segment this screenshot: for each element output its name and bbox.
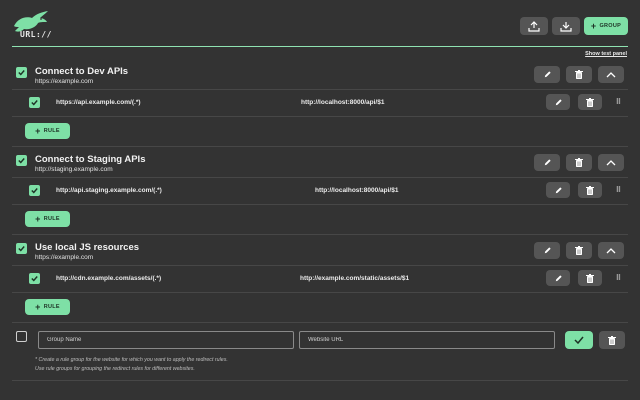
help-note-line-1: * Create a rule group for the website fo…: [35, 357, 228, 363]
trash-icon: [575, 70, 583, 79]
add-rule-label: RULE: [43, 304, 60, 310]
rule-target-url: http://example.com/static/assets/$1: [300, 275, 410, 282]
group-title: Connect to Dev APIs: [35, 66, 129, 77]
rule-divider: [12, 204, 628, 205]
group-enable-checkbox[interactable]: [16, 67, 27, 78]
rule-group: Connect to Dev APIs https://example.com …: [12, 66, 628, 154]
trash-icon: [586, 97, 594, 107]
check-icon: [18, 70, 25, 76]
delete-rule-button[interactable]: [578, 94, 602, 110]
plus-icon: +: [590, 20, 597, 31]
rule-source-url: http://cdn.example.com/assets/(.*): [56, 275, 162, 282]
delete-group-button[interactable]: [566, 66, 592, 83]
group-bottom-divider: [12, 234, 628, 235]
add-rule-label: RULE: [43, 216, 60, 222]
collapse-group-button[interactable]: [598, 242, 624, 259]
rule-source-url: https://api.example.com/(.*): [56, 99, 141, 106]
plus-icon: +: [35, 213, 41, 224]
help-note-line-2: Use rule groups for grouping the redirec…: [35, 366, 195, 372]
group-name-input[interactable]: [38, 331, 294, 349]
plus-icon: +: [35, 301, 41, 312]
group-title: Connect to Staging APIs: [35, 154, 146, 165]
add-group-button[interactable]: + GROUP: [584, 17, 628, 35]
trash-icon: [575, 158, 583, 167]
add-rule-button[interactable]: + RULE: [25, 299, 70, 315]
trash-icon: [586, 185, 594, 195]
pencil-icon: [555, 274, 562, 281]
delete-rule-button[interactable]: [578, 270, 602, 286]
chevron-up-icon: [606, 247, 616, 253]
group-url: http://staging.example.com: [35, 166, 113, 173]
website-url-input[interactable]: [299, 331, 555, 349]
check-icon: [31, 100, 38, 106]
check-icon: [18, 246, 25, 252]
pencil-icon: [555, 98, 562, 105]
trash-icon: [586, 273, 594, 283]
footer-divider: [12, 380, 628, 381]
pencil-icon: [544, 71, 551, 78]
group-divider: [12, 265, 628, 266]
discard-group-button[interactable]: [599, 331, 625, 349]
pencil-icon: [555, 186, 562, 193]
check-icon: [31, 188, 38, 194]
add-rule-button[interactable]: + RULE: [25, 211, 70, 227]
upload-icon: [528, 20, 540, 32]
delete-group-button[interactable]: [566, 154, 592, 171]
group-title: Use local JS resources: [35, 242, 140, 253]
collapse-group-button[interactable]: [598, 66, 624, 83]
drag-handle-icon[interactable]: ⠿: [616, 98, 621, 106]
edit-group-button[interactable]: [534, 66, 560, 83]
check-icon: [574, 336, 584, 344]
group-divider: [12, 177, 628, 178]
add-rule-label: RULE: [43, 128, 60, 134]
delete-group-button[interactable]: [566, 242, 592, 259]
drag-handle-icon[interactable]: ⠿: [616, 274, 621, 282]
rule-enable-checkbox[interactable]: [29, 185, 40, 196]
logo-text: URL://: [20, 30, 52, 39]
delete-rule-button[interactable]: [578, 182, 602, 198]
edit-group-button[interactable]: [534, 154, 560, 171]
add-group-label: GROUP: [599, 23, 622, 29]
plus-icon: +: [35, 125, 41, 136]
confirm-group-button[interactable]: [565, 331, 593, 349]
edit-rule-button[interactable]: [546, 182, 570, 198]
chevron-up-icon: [606, 159, 616, 165]
drag-handle-icon[interactable]: ⠿: [616, 186, 621, 194]
pencil-icon: [544, 159, 551, 166]
trash-icon: [608, 335, 616, 345]
rule-divider: [12, 116, 628, 117]
download-icon: [560, 21, 572, 32]
group-enable-checkbox[interactable]: [16, 243, 27, 254]
show-test-panel-link[interactable]: Show test panel: [585, 51, 627, 57]
group-url: https://example.com: [35, 254, 94, 261]
trash-icon: [575, 246, 583, 255]
add-rule-button[interactable]: + RULE: [25, 123, 70, 139]
group-url: https://example.com: [35, 78, 94, 85]
header-divider: [12, 46, 628, 47]
rule-group: Use local JS resources https://example.c…: [12, 242, 628, 330]
new-group-checkbox[interactable]: [16, 331, 27, 342]
group-bottom-divider: [12, 322, 628, 323]
edit-rule-button[interactable]: [546, 94, 570, 110]
rule-group: Connect to Staging APIs http://staging.e…: [12, 154, 628, 242]
rule-divider: [12, 292, 628, 293]
pencil-icon: [544, 247, 551, 254]
check-icon: [18, 158, 25, 164]
group-enable-checkbox[interactable]: [16, 155, 27, 166]
chevron-up-icon: [606, 71, 616, 77]
upload-button[interactable]: [520, 17, 548, 35]
rule-target-url: http://localhost:8000/api/$1: [315, 187, 399, 194]
edit-group-button[interactable]: [534, 242, 560, 259]
check-icon: [31, 276, 38, 282]
collapse-group-button[interactable]: [598, 154, 624, 171]
download-button[interactable]: [552, 17, 580, 35]
group-divider: [12, 89, 628, 90]
rule-enable-checkbox[interactable]: [29, 273, 40, 284]
rule-enable-checkbox[interactable]: [29, 97, 40, 108]
rule-source-url: http://api.staging.example.com/(.*): [56, 187, 162, 194]
rule-target-url: http://localhost:8000/api/$1: [301, 99, 385, 106]
edit-rule-button[interactable]: [546, 270, 570, 286]
group-bottom-divider: [12, 146, 628, 147]
